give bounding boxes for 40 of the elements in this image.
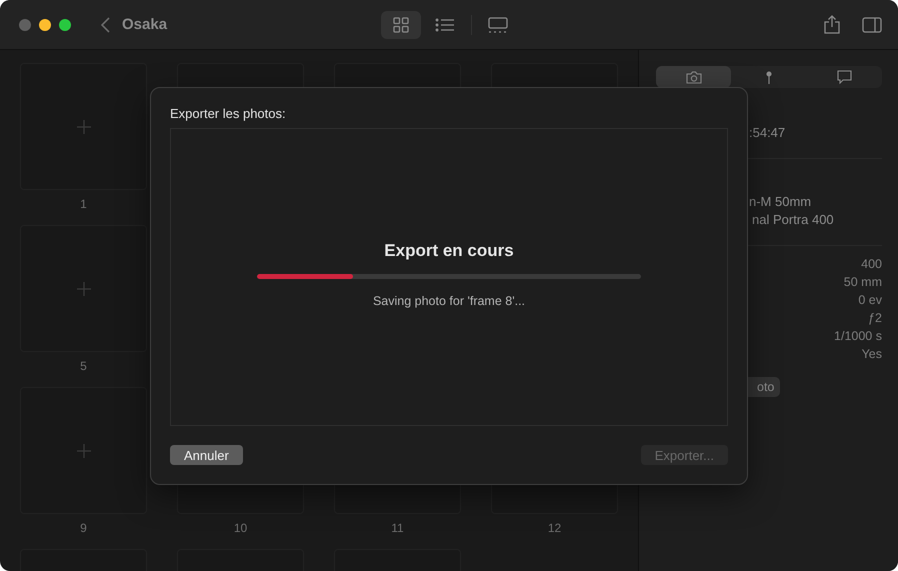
plus-icon <box>76 120 90 134</box>
gear-text: n-M 50mm <box>748 193 812 211</box>
progress-status: Saving photo for 'frame 8'... <box>372 294 526 308</box>
frame-number: 5 <box>80 359 87 373</box>
frame-number: 1 <box>80 197 87 211</box>
sidebar-toggle-button[interactable] <box>862 16 882 32</box>
zoom-button[interactable] <box>59 18 71 30</box>
exif-value: 0 ev <box>858 292 882 309</box>
pin-icon <box>766 70 772 84</box>
exif-value: 50 mm <box>844 274 882 291</box>
frame-number: 9 <box>80 521 87 535</box>
list-view-icon <box>435 18 456 32</box>
view-mode-button[interactable] <box>381 10 422 38</box>
back-button[interactable] <box>101 16 110 32</box>
window-title: Osaka <box>122 16 168 33</box>
back-icon <box>101 16 110 32</box>
exif-value: 400 <box>861 256 882 273</box>
frame-number: 12 <box>548 521 562 535</box>
frame-number: 11 <box>391 521 404 535</box>
progress-heading: Export en cours <box>384 241 514 261</box>
exif-value: 1/1000 s <box>834 328 882 345</box>
inspector-tab[interactable] <box>656 66 732 88</box>
frame-number: 10 <box>234 521 248 535</box>
camera-icon <box>686 70 702 84</box>
plus-icon <box>76 444 90 458</box>
sidebar-icon <box>862 16 882 32</box>
speech-bubble-icon <box>836 70 852 84</box>
share-icon <box>824 15 840 34</box>
dialog-title: Exporter les photos: <box>170 106 287 121</box>
gallery-view-icon <box>488 16 508 32</box>
grid-view-icon <box>393 16 410 32</box>
exif-value: Yes <box>862 346 882 363</box>
gear-text: nal Portra 400 <box>751 211 835 229</box>
minimize-button[interactable] <box>39 18 51 30</box>
share-button[interactable] <box>824 15 840 34</box>
exif-value: ƒ2 <box>868 310 882 327</box>
plus-icon <box>76 282 90 296</box>
capture-time: :54:47 <box>748 124 786 142</box>
close-button[interactable] <box>19 18 31 30</box>
cancel-button[interactable]: Annuler <box>170 445 243 465</box>
